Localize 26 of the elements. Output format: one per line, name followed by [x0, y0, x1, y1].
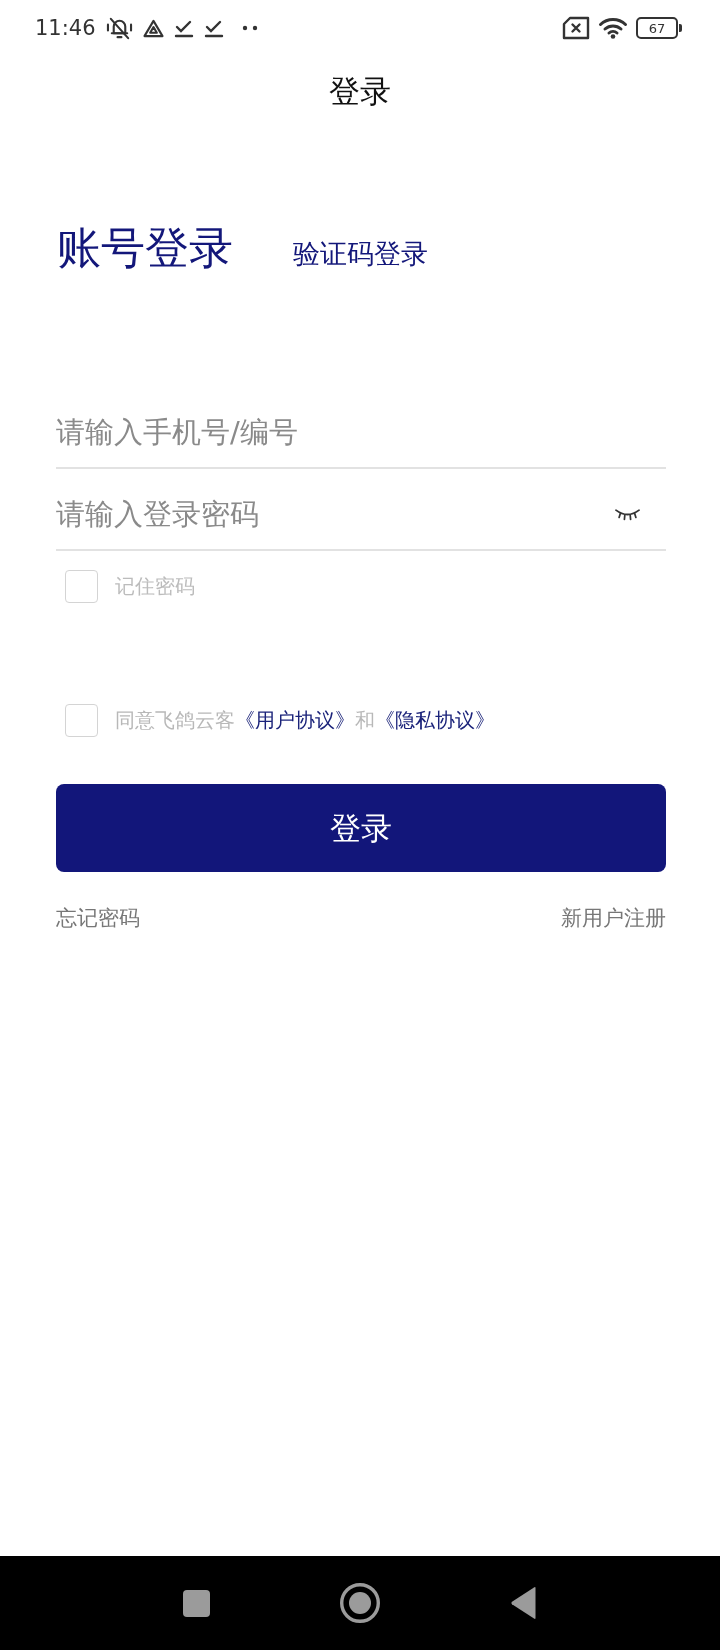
login-tab[interactable]: 验证码登录 [293, 238, 428, 271]
sim-card-x-icon [562, 16, 590, 40]
agreement-link[interactable]: 《用户协议》 [235, 708, 355, 733]
home-circle-icon[interactable] [340, 1583, 380, 1623]
page-title: 登录 [329, 73, 391, 111]
battery-indicator: 67 [636, 17, 682, 39]
login-tab[interactable]: 账号登录 [57, 222, 233, 275]
login-button[interactable]: 登录 [56, 783, 666, 872]
agreement-text: 同意飞鸽云客《用户协议》和《隐私协议》 [115, 707, 495, 735]
wifi-icon [598, 17, 628, 39]
tick-icon [203, 18, 224, 38]
eye-closed-icon[interactable] [614, 506, 641, 522]
phone-number-field[interactable]: 请输入手机号/编号 [56, 386, 666, 469]
remember-checkbox[interactable] [65, 569, 98, 603]
muted-bell-icon [105, 15, 133, 41]
agreement-link[interactable]: 《隐私协议》 [375, 708, 495, 733]
square-icon[interactable] [183, 1589, 210, 1617]
tick-icon [173, 18, 194, 38]
register-link[interactable]: 新用户注册 [561, 904, 666, 933]
triangle-icon [142, 18, 164, 38]
password-field[interactable]: 请输入登录密码 [56, 468, 666, 551]
back-triangle-icon[interactable] [510, 1586, 537, 1620]
agreement-checkbox[interactable] [65, 703, 98, 737]
forgot-password-link[interactable]: 忘记密码 [56, 904, 140, 933]
more-dots-icon [241, 25, 258, 31]
status-time: 11:46 [35, 17, 96, 39]
